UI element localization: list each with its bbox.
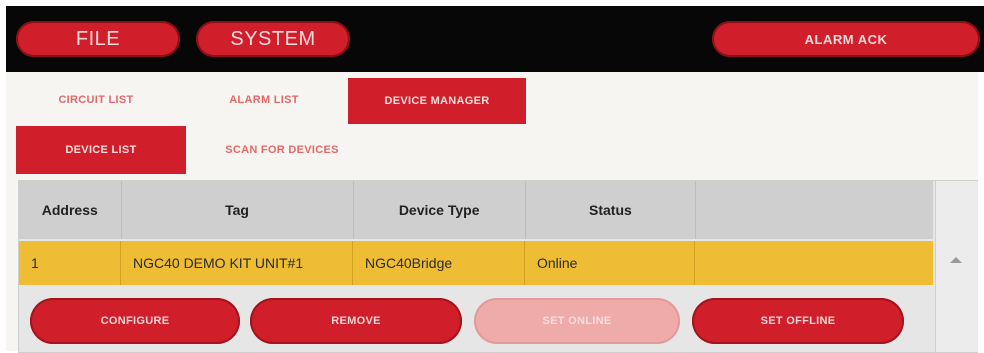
alarm-ack-button[interactable]: ALARM ACK <box>712 21 980 57</box>
column-header-tag[interactable]: Tag <box>122 181 354 239</box>
tab-device-manager[interactable]: DEVICE MANAGER <box>348 78 526 124</box>
column-header-device-type[interactable]: Device Type <box>354 181 526 239</box>
subtab-device-list[interactable]: DEVICE LIST <box>16 126 186 174</box>
table-scrollbar[interactable] <box>935 181 978 352</box>
system-menu-button[interactable]: SYSTEM <box>196 21 350 57</box>
column-header-empty <box>696 181 933 239</box>
subtab-scan-for-devices[interactable]: SCAN FOR DEVICES <box>190 130 374 170</box>
set-offline-button[interactable]: SET OFFLINE <box>692 298 904 344</box>
scroll-up-icon[interactable] <box>950 257 962 263</box>
tab-circuit-list[interactable]: CIRCUIT LIST <box>16 82 176 118</box>
table-header: Address Tag Device Type Status <box>19 181 933 239</box>
cell-device-type: NGC40Bridge <box>353 241 525 285</box>
configure-button[interactable]: CONFIGURE <box>30 298 240 344</box>
column-header-status[interactable]: Status <box>526 181 697 239</box>
top-menu-bar: FILE SYSTEM ALARM ACK <box>6 6 984 72</box>
file-menu-button[interactable]: FILE <box>16 21 180 57</box>
cell-status: Online <box>525 241 695 285</box>
cell-address: 1 <box>19 241 121 285</box>
set-online-button[interactable]: SET ONLINE <box>474 298 680 344</box>
tab-alarm-list[interactable]: ALARM LIST <box>184 82 344 118</box>
cell-tag: NGC40 DEMO KIT UNIT#1 <box>121 241 353 285</box>
remove-button[interactable]: REMOVE <box>250 298 462 344</box>
cell-empty <box>695 241 933 285</box>
column-header-address[interactable]: Address <box>19 181 122 239</box>
table-row[interactable]: 1 NGC40 DEMO KIT UNIT#1 NGC40Bridge Onli… <box>19 241 933 285</box>
